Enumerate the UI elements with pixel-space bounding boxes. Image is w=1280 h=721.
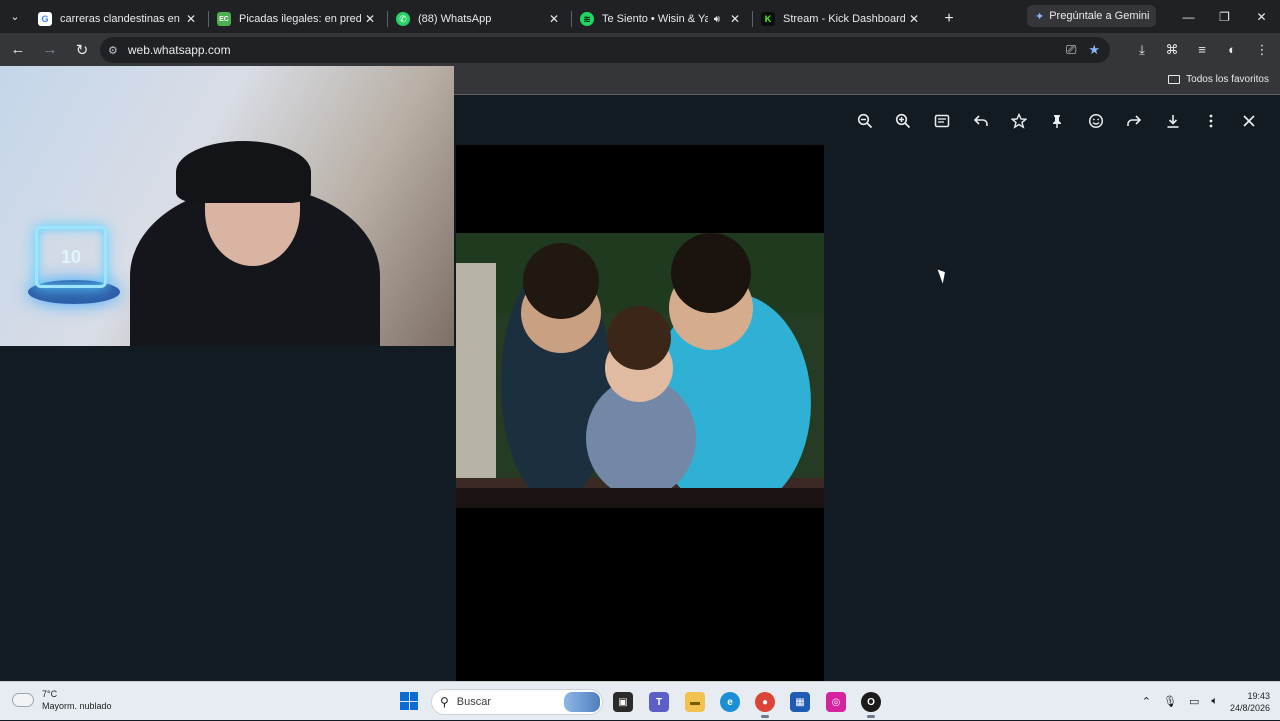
partly-cloudy-icon	[10, 689, 34, 707]
opera-gx-icon[interactable]: O	[861, 692, 881, 718]
kick-icon: K	[761, 12, 775, 26]
bookmark-star-icon[interactable]: ★	[1088, 42, 1100, 58]
tab-label: Picadas ilegales: en predio mu	[239, 13, 361, 25]
install-app-icon[interactable]: ⎚	[1066, 42, 1076, 58]
clock-time: 19:43	[1247, 690, 1270, 701]
download-icon[interactable]	[1162, 110, 1184, 132]
weather-description: Mayorm. nublado	[42, 701, 112, 711]
weather-widget[interactable]: 7°C Mayorm. nublado	[10, 688, 112, 712]
tab-carreras[interactable]: G carreras clandestinas en el jag ✕	[30, 5, 208, 33]
gemini-button[interactable]: ✦ Pregúntale a Gemini	[1027, 5, 1156, 27]
downloads-icon[interactable]: ⤓	[1132, 42, 1152, 58]
show-hidden-icons-icon[interactable]: ⌃	[1142, 695, 1151, 708]
clock-date: 24/8/2026	[1229, 702, 1270, 713]
browser-toolbar: ← → ↻ ⚙ web.whatsapp.com ⎚ ★ ⤓ ⌘ ≡ ◐ ⋮	[0, 33, 1280, 66]
media-control-icon[interactable]: ≡	[1192, 42, 1212, 57]
windows-start-icon[interactable]	[400, 692, 418, 710]
weather-temperature: 7°C	[42, 689, 58, 699]
url-text: web.whatsapp.com	[127, 43, 231, 57]
streamer-cap	[176, 141, 311, 203]
browser-menu-icon[interactable]: ⋮	[1252, 42, 1272, 58]
edge-icon[interactable]: e	[720, 692, 740, 712]
tab-whatsapp[interactable]: ✆ (88) WhatsApp ✕	[388, 5, 571, 33]
zoom-in-icon[interactable]	[892, 110, 914, 132]
star-icon[interactable]	[1008, 110, 1030, 132]
audio-playing-icon[interactable]: 🔊︎	[714, 14, 720, 25]
reply-icon[interactable]	[970, 110, 992, 132]
folder-icon	[1168, 75, 1181, 84]
bookmarks-folder-label: Todos los favoritos	[1186, 74, 1269, 85]
network-icon[interactable]: ▭	[1189, 695, 1199, 708]
tab-label: Te Siento • Wisin & Yandel	[602, 13, 708, 25]
reload-icon[interactable]: ↻	[68, 36, 96, 64]
bookmarks-bar: Todos los favoritos	[454, 66, 1280, 95]
all-bookmarks-folder[interactable]: Todos los favoritos	[1168, 74, 1269, 85]
file-explorer-icon[interactable]: ▬	[685, 692, 705, 712]
spotify-icon: ≋	[580, 12, 594, 26]
tab-label: (88) WhatsApp	[418, 13, 492, 25]
microphone-icon[interactable]: 🎙︎	[1163, 695, 1177, 708]
gemini-label: Pregúntale a Gemini	[1049, 10, 1150, 22]
whatsapp-icon: ✆	[396, 12, 410, 26]
restore-icon[interactable]: ❐	[1206, 0, 1243, 33]
taskbar-search-box[interactable]: ⚲ Buscar	[431, 689, 603, 715]
tab-label: carreras clandestinas en el jag	[60, 13, 182, 25]
more-options-icon[interactable]	[1200, 110, 1222, 132]
windows-taskbar: 7°C Mayorm. nublado ⚲ Buscar ▣ T ▬ e ● ▦…	[0, 681, 1280, 720]
tab-close-icon[interactable]: ✕	[361, 12, 379, 26]
tab-spotify[interactable]: ≋ Te Siento • Wisin & Yandel 🔊︎ ✕	[572, 5, 752, 33]
tab-close-icon[interactable]: ✕	[182, 12, 200, 26]
system-tray: ⌃ 🎙︎ ▭ 🔈︎ 19:43 24/8/2026	[1142, 682, 1270, 721]
photo-three-kids[interactable]	[456, 233, 824, 508]
pin-icon[interactable]	[1046, 110, 1068, 132]
zoom-out-icon[interactable]	[854, 110, 876, 132]
message-icon[interactable]	[931, 110, 953, 132]
search-icon: ⚲	[440, 695, 449, 709]
volume-icon[interactable]: 🔈︎	[1211, 695, 1218, 708]
microsoft-store-icon[interactable]: ▦	[790, 692, 810, 712]
tab-search-dropdown-icon[interactable]: ⌄	[0, 0, 30, 33]
teams-icon[interactable]: T	[649, 692, 669, 712]
tab-close-icon[interactable]: ✕	[905, 12, 923, 26]
tab-picadas[interactable]: EC Picadas ilegales: en predio mu ✕	[209, 5, 387, 33]
window-close-icon[interactable]: ✕	[1243, 0, 1280, 33]
neon-jersey-lamp: 10	[35, 226, 107, 288]
search-highlight-image	[564, 692, 600, 712]
profile-avatar-icon[interactable]: ◐	[1222, 42, 1242, 57]
gemini-sparkle-icon: ✦	[1035, 10, 1045, 23]
google-icon: G	[38, 12, 52, 26]
address-bar[interactable]: ⚙ web.whatsapp.com ⎚ ★	[100, 37, 1110, 63]
minimize-icon[interactable]: —	[1170, 0, 1207, 33]
emoji-icon[interactable]	[1085, 110, 1107, 132]
streamer-webcam-overlay: 10	[0, 66, 454, 346]
tab-label: Stream - Kick Dashboard	[783, 13, 905, 25]
chrome-icon[interactable]: ●	[755, 692, 775, 718]
tab-close-icon[interactable]: ✕	[726, 12, 744, 26]
new-tab-icon[interactable]: +	[935, 5, 963, 33]
forward-icon[interactable]	[1123, 110, 1145, 132]
tab-kick[interactable]: K Stream - Kick Dashboard ✕	[753, 5, 931, 33]
tab-close-icon[interactable]: ✕	[545, 12, 563, 26]
search-placeholder: Buscar	[456, 696, 492, 708]
back-icon[interactable]: ←	[4, 36, 32, 64]
ec-news-icon: EC	[217, 12, 231, 26]
taskbar-clock[interactable]: 19:43 24/8/2026	[1230, 690, 1270, 714]
close-viewer-icon[interactable]	[1238, 110, 1260, 132]
forward-icon[interactable]: →	[36, 36, 64, 64]
site-info-icon[interactable]: ⚙	[108, 44, 118, 57]
translate-icon[interactable]: ⌘	[1162, 42, 1182, 58]
instagram-icon[interactable]: ◎	[826, 692, 846, 712]
task-view-icon[interactable]: ▣	[613, 692, 633, 712]
browser-tab-bar: ⌄ G carreras clandestinas en el jag ✕ EC…	[0, 0, 1280, 33]
